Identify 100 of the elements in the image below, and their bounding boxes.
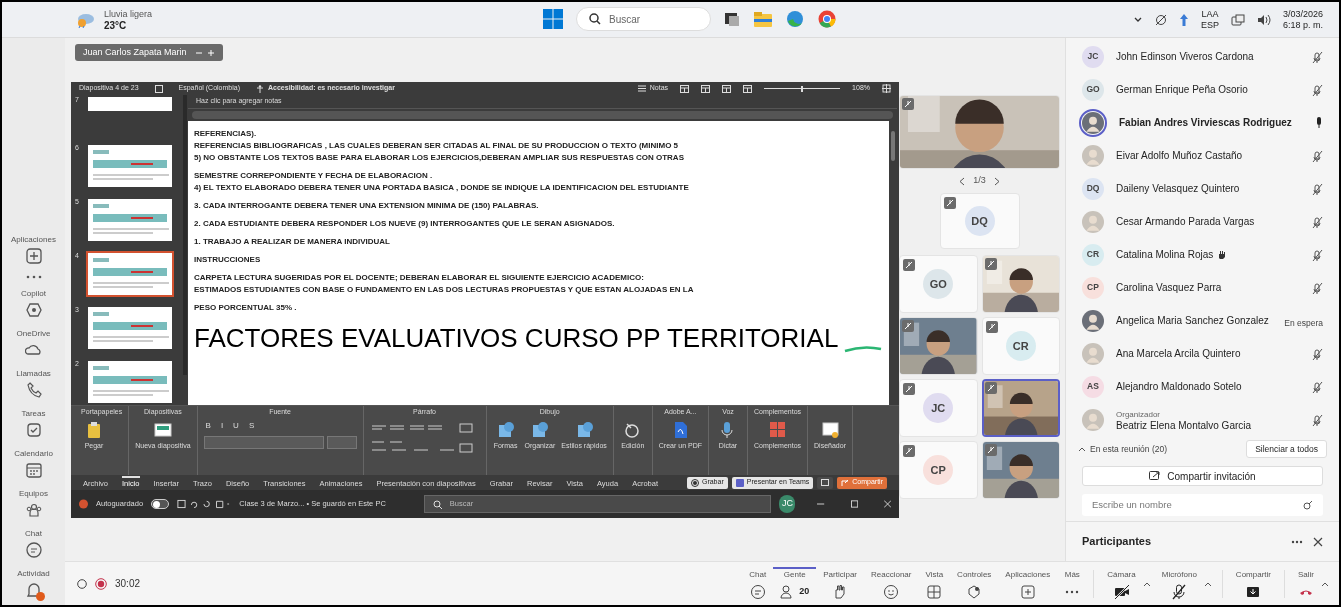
shapes-icon <box>496 420 516 439</box>
slide-text: ESTIMADOS ESTUDIANTES CON BASE O FUNDAMENTO EN LAS DOS LECTURAS PROPUESTAS Y QUE ESTAN ALOJADAS EN LA <box>194 285 695 294</box>
windows-start-icon[interactable] <box>542 8 564 30</box>
minimize-icon[interactable] <box>817 500 825 508</box>
participant-row[interactable]: DQ Daileny Velasquez Quintero <box>1082 172 1323 205</box>
scrollbar[interactable] <box>183 95 187 375</box>
participant-row[interactable]: GO German Enrique Peña Osorio <box>1082 73 1323 106</box>
format-button[interactable]: I <box>218 420 226 432</box>
toolbar-button[interactable]: Vista <box>918 567 951 600</box>
folder-icon[interactable] <box>753 10 773 28</box>
participant-name: Alejandro Maldonado Sotelo <box>1116 381 1242 392</box>
phone-icon <box>24 381 43 399</box>
toolbar-button[interactable]: Reaccionar <box>864 567 919 600</box>
smiley-icon <box>883 584 900 600</box>
horizontal-scrollbar[interactable] <box>192 111 893 119</box>
accessibility-icon <box>256 84 265 93</box>
network-icon[interactable] <box>1230 13 1245 26</box>
toolbar-button[interactable]: Aplicaciones <box>998 567 1058 600</box>
format-button[interactable]: U <box>231 420 241 432</box>
browser-icon[interactable] <box>785 9 805 29</box>
blocked-icon[interactable] <box>1154 13 1167 26</box>
toolbar-button[interactable]: Compartir <box>1228 567 1278 600</box>
participant-row[interactable]: JC John Edinson Viveros Cardona <box>1082 40 1323 73</box>
zoom-slider[interactable] <box>764 84 841 93</box>
rail-item[interactable]: OneDrive <box>5 327 62 361</box>
rail-item[interactable]: Equipos <box>5 487 62 521</box>
fit-slide-icon[interactable] <box>882 84 891 93</box>
toolbar-button[interactable]: Controles <box>950 567 999 600</box>
slide-text: 5) NO OBSTANTE LOS TEXTOS BASE PARA ELABORAR LOS EJERCICIOS,DEBERAN AMPLIAR SUS RESPUESTAS CON OTRAS <box>194 153 685 162</box>
avatar <box>1082 309 1104 332</box>
participant-row[interactable]: AS Alejandro Maldonado Sotelo <box>1082 370 1323 403</box>
grid-view-icon[interactable] <box>701 84 711 93</box>
next-page-icon[interactable] <box>993 176 1000 186</box>
initials-avatar: CR <box>1082 243 1104 266</box>
autosave-toggle[interactable] <box>151 499 170 509</box>
temperature: 23°C <box>104 19 128 31</box>
maximize-icon[interactable] <box>850 500 858 508</box>
rail-item[interactable]: Llamadas <box>5 367 62 401</box>
toolbar-button[interactable]: Cámara <box>1100 567 1143 600</box>
upload-icon[interactable] <box>1178 12 1189 27</box>
close-icon[interactable] <box>1313 536 1323 547</box>
toolbar-button[interactable]: Micrófono <box>1154 567 1204 600</box>
participant-name: German Enrique Peña Osorio <box>1116 84 1248 95</box>
vertical-scrollbar[interactable] <box>891 131 895 161</box>
clock[interactable]: 3/03/2026 6:18 p. m. <box>1282 8 1323 31</box>
participant-row[interactable]: CP Carolina Vasquez Parra <box>1082 271 1323 304</box>
chat-icon <box>24 541 43 559</box>
task-view-icon[interactable] <box>723 10 741 28</box>
previous-page-icon[interactable] <box>959 176 966 186</box>
participant-name: Fabian Andres Virviescas Rodriguez <box>1119 117 1292 128</box>
comments-button[interactable] <box>817 476 834 489</box>
chevron-icon[interactable] <box>1203 580 1212 587</box>
spellcheck-icon[interactable] <box>154 84 163 93</box>
share-icon <box>841 478 850 487</box>
participant-row[interactable]: Ana Marcela Arcila Quintero <box>1082 337 1323 370</box>
new-slide-icon <box>153 420 173 439</box>
participant-row[interactable]: Organizador Beatriz Elena Montalvo Garcia <box>1082 403 1323 436</box>
user-avatar[interactable]: JC <box>779 495 796 513</box>
format-button[interactable]: S <box>246 420 257 432</box>
rail-item[interactable]: Tareas <box>5 407 62 441</box>
presenter-view-icon[interactable] <box>743 84 753 93</box>
format-button[interactable]: B <box>203 420 213 432</box>
initials-avatar: CR <box>1005 331 1036 361</box>
chevron-icon[interactable] <box>1142 580 1151 587</box>
slide-text: PESO PORCENTUAL 35% . <box>194 303 298 312</box>
mute-all-button[interactable]: Silenciar a todos <box>1246 440 1327 458</box>
participant-row[interactable]: Angelica Maria Sanchez Gonzalez En espera <box>1082 304 1323 337</box>
participant-row[interactable]: CR Catalina Molina Rojas <box>1082 238 1323 271</box>
slide-thumbnail[interactable] <box>86 95 174 113</box>
share-invite-button[interactable]: Compartir invitación <box>1082 466 1323 486</box>
volume-icon[interactable] <box>1256 13 1271 26</box>
toolbar-button[interactable]: Gente 20 <box>773 567 817 600</box>
rail-item[interactable]: Actividad <box>5 567 62 601</box>
section-header[interactable]: En esta reunión (20) <box>1078 442 1168 456</box>
rail-item[interactable]: Aplicaciones <box>5 233 62 267</box>
reading-view-icon[interactable] <box>722 84 732 93</box>
quick-access-icons[interactable] <box>177 499 232 509</box>
notes-icon <box>637 85 646 92</box>
font-size-field[interactable] <box>326 436 357 449</box>
toolbar-button[interactable]: Más <box>1057 567 1088 600</box>
font-name-field[interactable] <box>203 436 324 449</box>
chrome-icon[interactable] <box>817 9 837 29</box>
more-icon[interactable] <box>1291 539 1303 544</box>
toolbar-button[interactable]: Participar <box>816 567 864 600</box>
rail-item[interactable]: Copilot <box>5 287 62 321</box>
search-icon <box>1303 500 1313 510</box>
mic-off-icon <box>902 98 914 110</box>
apps-icon <box>1019 584 1036 600</box>
participant-row[interactable]: Eivar Adolfo Muñoz Castaño <box>1082 139 1323 172</box>
chevron-icon[interactable] <box>1321 580 1329 587</box>
language-indicator[interactable]: LAA ESP <box>1200 8 1219 31</box>
rail-item[interactable]: Chat <box>5 527 62 561</box>
normal-view-icon[interactable] <box>680 84 690 93</box>
participant-row[interactable]: Fabian Andres Virviescas Rodriguez <box>1082 106 1323 139</box>
rail-item[interactable]: Calendario <box>5 447 62 481</box>
taskbar-search-field[interactable]: Buscar <box>576 7 711 31</box>
name-search-field[interactable]: Escribe un nombre <box>1082 494 1323 516</box>
toolbar-button[interactable]: Chat <box>742 567 774 600</box>
participant-row[interactable]: Cesar Armando Parada Vargas <box>1082 205 1323 238</box>
toolbar-button[interactable]: Salir <box>1291 567 1321 600</box>
